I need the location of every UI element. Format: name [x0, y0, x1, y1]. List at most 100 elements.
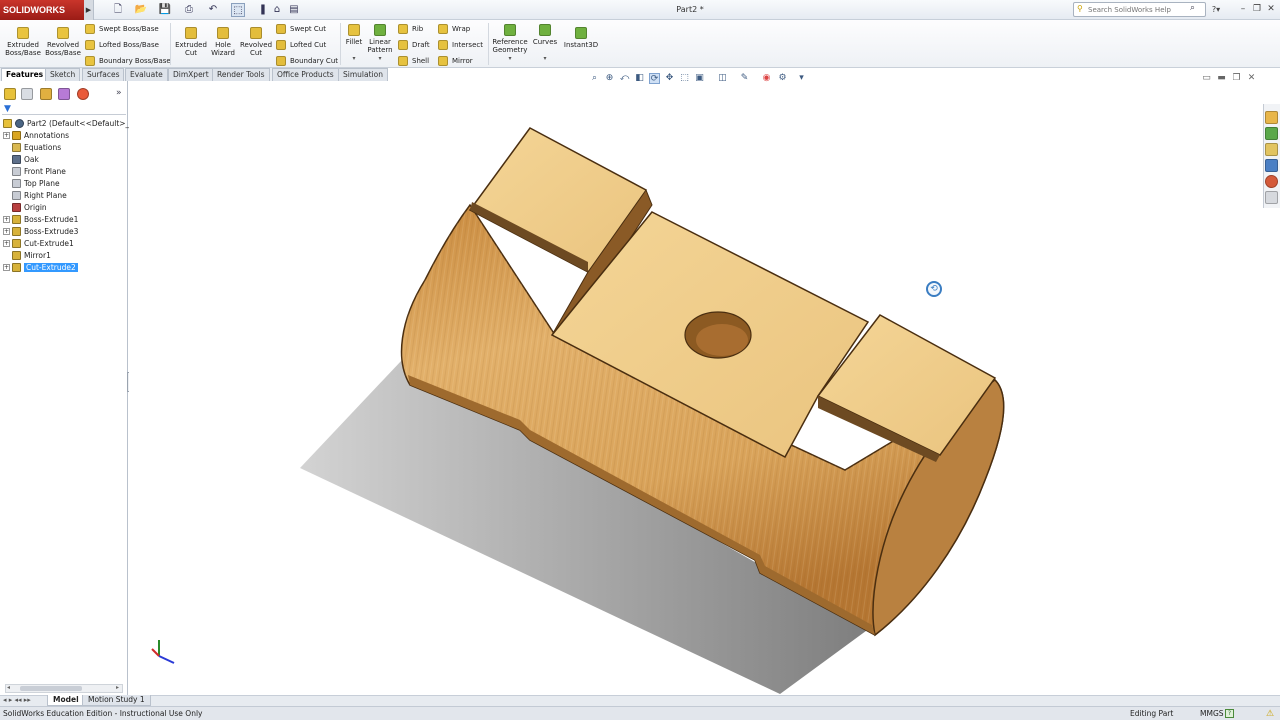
close-window-icon[interactable]: ✕: [1264, 3, 1278, 16]
help-icon[interactable]: ?▾: [1209, 3, 1223, 16]
open-folder-icon[interactable]: 📂: [134, 3, 148, 17]
shell-button[interactable]: Shell: [398, 54, 430, 68]
search-icon[interactable]: ⌕: [1190, 3, 1195, 13]
revolved-cut-button[interactable]: Revolved Cut: [238, 27, 274, 57]
reference-geometry-button[interactable]: Reference Geometry ▾: [492, 24, 528, 63]
curves-dropdown-icon[interactable]: ▾: [543, 55, 546, 63]
linear-pattern-button[interactable]: Linear Pattern ▾: [366, 24, 394, 63]
select-icon[interactable]: ⬚: [231, 3, 245, 17]
mirror-button[interactable]: Mirror: [438, 54, 483, 68]
swept-boss-button[interactable]: Swept Boss/Base: [85, 22, 171, 36]
tab-simulation[interactable]: Simulation: [338, 68, 388, 81]
viewport-tile-icon[interactable]: ▭: [1201, 73, 1212, 84]
viewport-minimize-icon[interactable]: ▬: [1216, 73, 1227, 84]
tree-item-cut-extrude1[interactable]: + Cut-Extrude1: [3, 237, 74, 249]
dimxpert-manager-tab-icon[interactable]: [58, 88, 70, 100]
save-icon[interactable]: 💾: [158, 3, 172, 17]
previous-view-icon[interactable]: ⤺: [619, 73, 630, 84]
apply-scene-icon[interactable]: ◉: [761, 73, 772, 84]
tab-features[interactable]: Features: [1, 68, 49, 81]
tab-evaluate[interactable]: Evaluate: [125, 68, 168, 81]
fillet-dropdown-icon[interactable]: ▾: [352, 55, 355, 63]
tree-item-right-plane[interactable]: Right Plane: [3, 189, 67, 201]
swept-cut-button[interactable]: Swept Cut: [276, 22, 338, 36]
tab-motion-study-1[interactable]: Motion Study 1: [82, 695, 151, 706]
extruded-cut-button[interactable]: Extruded Cut: [174, 27, 208, 57]
rib-button[interactable]: Rib: [398, 22, 430, 36]
tab-surfaces[interactable]: Surfaces: [82, 68, 125, 81]
tab-render-tools[interactable]: Render Tools: [212, 68, 270, 81]
tab-office-products[interactable]: Office Products: [272, 68, 339, 81]
wrap-button[interactable]: Wrap: [438, 22, 483, 36]
print-icon[interactable]: ⎙: [182, 3, 196, 17]
configuration-manager-tab-icon[interactable]: [40, 88, 52, 100]
filter-icon[interactable]: ▼: [4, 104, 11, 114]
view-settings-icon[interactable]: ⚙: [777, 73, 788, 84]
rebuild-icon[interactable]: ❚: [256, 3, 270, 17]
tab-dimxpert[interactable]: DimXpert: [168, 68, 214, 81]
extruded-boss-button[interactable]: Extruded Boss/Base: [4, 27, 42, 57]
solidworks-logo[interactable]: SOLIDWORKS: [0, 0, 84, 20]
solidworks-resources-icon[interactable]: [1265, 111, 1278, 124]
tree-item-origin[interactable]: Origin: [3, 201, 47, 213]
tab-sketch[interactable]: Sketch: [45, 68, 81, 81]
draft-button[interactable]: Draft: [398, 38, 430, 52]
hide-show-items-icon[interactable]: ◫: [717, 73, 728, 84]
tree-item-equations[interactable]: Equations: [3, 141, 61, 153]
bottom-nav-icons[interactable]: ◂ ▸ ◂◂ ▸▸: [3, 696, 31, 704]
expand-panel-icon[interactable]: »: [116, 88, 122, 98]
boundary-boss-button[interactable]: Boundary Boss/Base: [85, 54, 171, 68]
minimize-window-icon[interactable]: –: [1236, 3, 1250, 16]
panel-scroll-thumb[interactable]: [20, 686, 82, 691]
linear-pattern-dropdown-icon[interactable]: ▾: [378, 55, 381, 63]
tree-item-boss-extrude3[interactable]: + Boss-Extrude3: [3, 225, 78, 237]
appearances-icon[interactable]: [1265, 175, 1278, 188]
tree-item-top-plane[interactable]: Top Plane: [3, 177, 60, 189]
curves-button[interactable]: Curves ▾: [531, 24, 559, 63]
help-rebuild-icon[interactable]: ⚠: [1266, 708, 1274, 721]
property-manager-tab-icon[interactable]: [21, 88, 33, 100]
help-search-box[interactable]: ⚲ ⌕: [1073, 2, 1206, 17]
viewport-restore-icon[interactable]: ❐: [1231, 73, 1242, 84]
intersect-button[interactable]: Intersect: [438, 38, 483, 52]
design-library-icon[interactable]: [1265, 127, 1278, 140]
zoom-to-area-icon[interactable]: ⊕: [604, 73, 615, 84]
file-properties-icon[interactable]: ⌂: [270, 3, 284, 17]
tree-item-front-plane[interactable]: Front Plane: [3, 165, 66, 177]
tree-item-mirror1[interactable]: Mirror1: [3, 249, 51, 261]
units-dropdown-icon[interactable]: ?: [1225, 709, 1234, 718]
menu-expand-arrow-icon[interactable]: ▶: [84, 0, 94, 20]
hole-wizard-button[interactable]: Hole Wizard: [208, 27, 238, 57]
tree-item-oak[interactable]: Oak: [3, 153, 39, 165]
expand-icon[interactable]: +: [3, 239, 10, 247]
graphics-area[interactable]: ⟲: [129, 81, 1280, 695]
expand-icon[interactable]: +: [3, 263, 10, 271]
custom-properties-icon[interactable]: [1265, 191, 1278, 204]
undo-icon[interactable]: ↶: [206, 3, 220, 17]
scroll-right-icon[interactable]: ▸: [116, 684, 119, 691]
instant3d-button[interactable]: Instant3D: [562, 27, 600, 49]
tree-item-boss-extrude1[interactable]: + Boss-Extrude1: [3, 213, 78, 225]
view-palette-icon[interactable]: [1265, 159, 1278, 172]
view-orientation-icon[interactable]: ⬚: [679, 73, 690, 84]
viewport-close-icon[interactable]: ✕: [1246, 73, 1257, 84]
expand-icon[interactable]: +: [3, 131, 10, 139]
panel-horizontal-scrollbar[interactable]: ◂ ▸: [5, 684, 123, 693]
lofted-cut-button[interactable]: Lofted Cut: [276, 38, 338, 52]
restore-window-icon[interactable]: ❐: [1250, 3, 1264, 16]
fillet-button[interactable]: Fillet ▾: [343, 24, 365, 63]
new-document-icon[interactable]: 🗋: [111, 3, 125, 17]
scroll-left-icon[interactable]: ◂: [7, 684, 10, 691]
tree-item-annotations[interactable]: + Annotations: [3, 129, 69, 141]
lofted-boss-button[interactable]: Lofted Boss/Base: [85, 38, 171, 52]
section-view-icon[interactable]: ◧: [634, 73, 645, 84]
revolved-boss-button[interactable]: Revolved Boss/Base: [44, 27, 82, 57]
display-style-icon[interactable]: ▣: [694, 73, 705, 84]
rotate-view-icon[interactable]: ⟳: [649, 73, 660, 84]
pan-icon[interactable]: ✥: [664, 73, 675, 84]
reference-geometry-dropdown-icon[interactable]: ▾: [508, 55, 511, 63]
file-explorer-icon[interactable]: [1265, 143, 1278, 156]
display-manager-tab-icon[interactable]: [77, 88, 89, 100]
options-icon[interactable]: ▤: [287, 3, 301, 17]
tree-item-cut-extrude2[interactable]: + Cut-Extrude2: [3, 261, 78, 273]
